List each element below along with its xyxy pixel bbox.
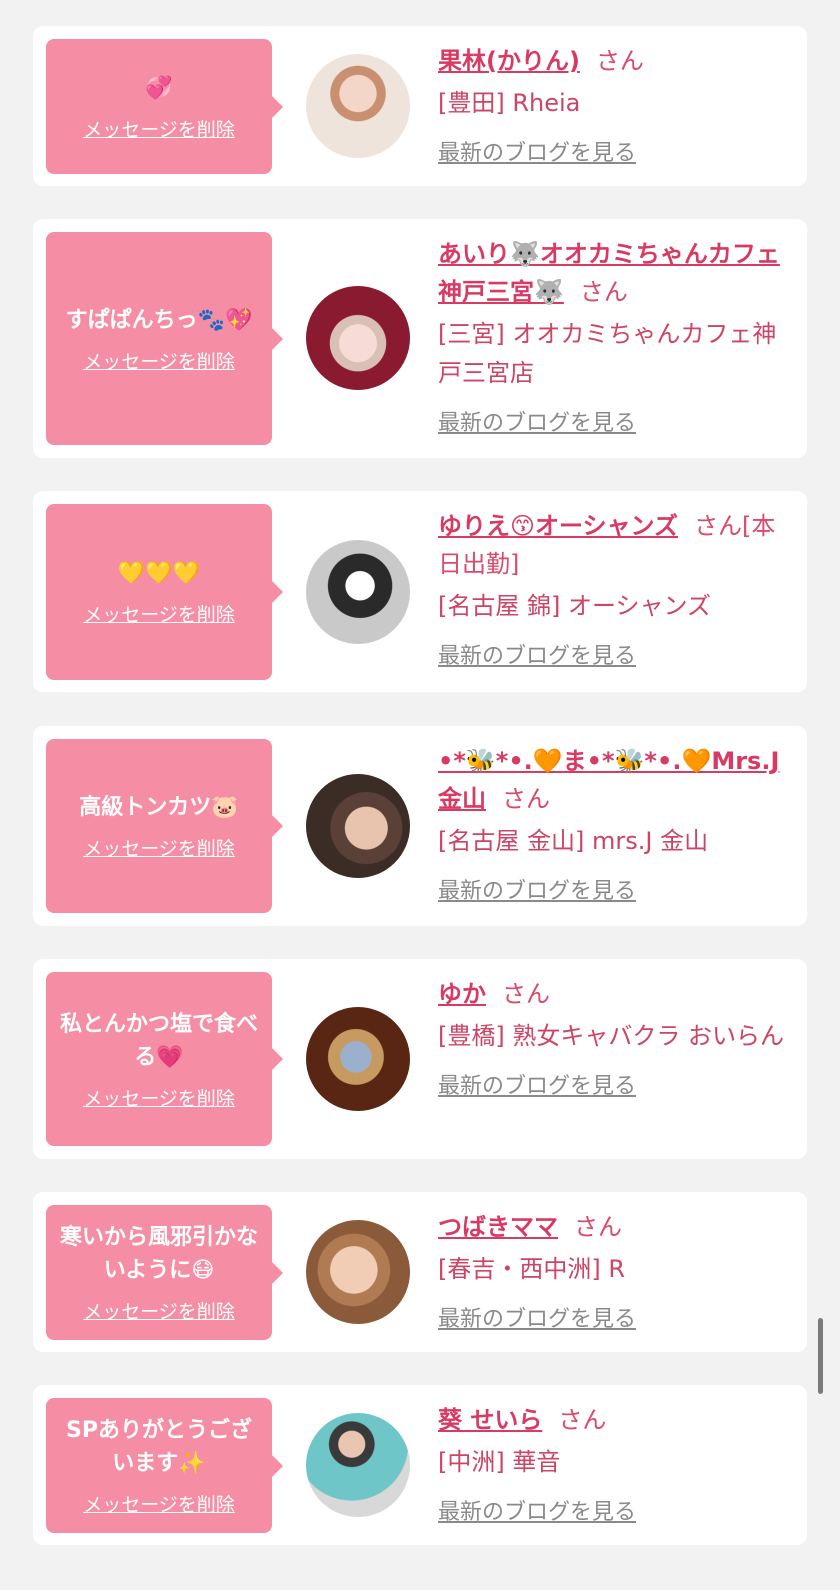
message-text: 寒いから風邪引かないように😷 xyxy=(59,1225,258,1283)
message-bubble: 💞 メッセージを削除 xyxy=(46,39,283,174)
latest-blog-link[interactable]: 最新のブログを見る xyxy=(438,1494,636,1526)
honorific: さん xyxy=(579,278,628,306)
message-text: 💛💛💛 xyxy=(117,561,201,586)
avatar[interactable] xyxy=(306,286,410,390)
message-bubble: すぱぱんちっ🐾💖 メッセージを削除 xyxy=(46,232,283,445)
latest-blog-link[interactable]: 最新のブログを見る xyxy=(438,638,636,670)
shop-info: [名古屋 錦] オーシャンズ xyxy=(438,592,712,620)
profile-name-link[interactable]: •*🐝*•.🧡ま•*🐝*•.🧡Mrs.J金山 xyxy=(438,747,779,813)
shop-info: [春吉・西中洲] R xyxy=(438,1255,626,1283)
message-bubble: 寒いから風邪引かないように😷 メッセージを削除 xyxy=(46,1205,283,1340)
latest-blog-link[interactable]: 最新のブログを見る xyxy=(438,135,636,167)
honorific: さん xyxy=(574,1213,622,1241)
name-line: •*🐝*•.🧡ま•*🐝*•.🧡Mrs.J金山 さん xyxy=(438,742,793,818)
delete-message-link[interactable]: メッセージを削除 xyxy=(83,834,235,861)
shop-info: [豊橋] 熟女キャバクラ おいらん xyxy=(438,1022,784,1050)
name-line: つばきママ さん xyxy=(438,1208,793,1246)
latest-blog-link[interactable]: 最新のブログを見る xyxy=(438,873,636,905)
honorific: さん xyxy=(502,980,550,1008)
profile-info: •*🐝*•.🧡ま•*🐝*•.🧡Mrs.J金山 さん [名古屋 金山] mrs.J … xyxy=(438,742,793,905)
profile-info: 果林(かりん) さん [豊田] Rheia 最新のブログを見る xyxy=(438,42,793,167)
message-text: 💞 xyxy=(145,75,173,101)
avatar[interactable] xyxy=(306,54,410,158)
message-text: 私とんかつ塩で食べる💗 xyxy=(59,1011,258,1070)
delete-message-link[interactable]: メッセージを削除 xyxy=(83,600,235,627)
message-card: 高級トンカツ🐷 メッセージを削除 •*🐝*•.🧡ま•*🐝*•.🧡Mrs.J金山さ… xyxy=(33,726,807,926)
message-bubble: 私とんかつ塩で食べる💗 メッセージを削除 xyxy=(46,972,283,1146)
honorific: さん xyxy=(595,47,644,75)
latest-blog-link[interactable]: 最新のブログを見る xyxy=(438,1068,636,1100)
profile-info: つばきママ さん [春吉・西中洲] R 最新のブログを見る xyxy=(438,1208,793,1333)
avatar[interactable] xyxy=(306,774,410,878)
profile-name-link[interactable]: 果林(かりん) xyxy=(438,47,580,75)
delete-message-link[interactable]: メッセージを削除 xyxy=(83,115,235,142)
delete-message-link[interactable]: メッセージを削除 xyxy=(83,1084,235,1111)
message-text: SPありがとうございます✨ xyxy=(66,1418,252,1476)
shop-info: [中洲] 華音 xyxy=(438,1448,561,1476)
message-card: 寒いから風邪引かないように😷 メッセージを削除 つばきママ さん [春吉・西中洲]… xyxy=(33,1192,807,1352)
delete-message-link[interactable]: メッセージを削除 xyxy=(83,1490,235,1517)
profile-name-link[interactable]: ゆか xyxy=(438,980,486,1008)
avatar[interactable] xyxy=(306,1413,410,1517)
avatar[interactable] xyxy=(306,1007,410,1111)
profile-name-link[interactable]: ゆりえ😙オーシャンズ xyxy=(438,512,678,540)
message-bubble: 💛💛💛 メッセージを削除 xyxy=(46,504,283,680)
latest-blog-link[interactable]: 最新のブログを見る xyxy=(438,405,636,437)
message-card: 💞 メッセージを削除 果林(かりん) さん [豊田] Rheia 最新のブログを見… xyxy=(33,26,807,186)
avatar[interactable] xyxy=(306,540,410,644)
delete-message-link[interactable]: メッセージを削除 xyxy=(83,1297,235,1324)
profile-info: 葵 せいら さん [中洲] 華音 最新のブログを見る xyxy=(438,1401,793,1526)
message-bubble: SPありがとうございます✨ メッセージを削除 xyxy=(46,1398,283,1533)
name-line: 葵 せいら さん xyxy=(438,1401,793,1439)
shop-info: [三宮] オオカミちゃんカフェ神戸三宮店 xyxy=(438,320,777,387)
profile-info: ゆりえ😙オーシャンズ さん[本日出勤] [名古屋 錦] オーシャンズ 最新のブログ… xyxy=(438,507,793,670)
name-line: あいり🐺オオカミちゃんカフェ神戸三宮🐺 さん xyxy=(438,235,793,311)
scrollbar[interactable] xyxy=(818,1318,823,1394)
name-line: ゆりえ😙オーシャンズ さん[本日出勤] xyxy=(438,507,793,583)
shop-info: [名古屋 金山] mrs.J 金山 xyxy=(438,827,709,855)
message-card: 私とんかつ塩で食べる💗 メッセージを削除 ゆか さん [豊橋] 熟女キャバクラ お… xyxy=(33,959,807,1159)
profile-info: あいり🐺オオカミちゃんカフェ神戸三宮🐺 さん [三宮] オオカミちゃんカフェ神戸三… xyxy=(438,235,793,437)
message-card: すぱぱんちっ🐾💖 メッセージを削除 あいり🐺オオカミちゃんカフェ神戸三宮🐺 さん … xyxy=(33,219,807,458)
message-text: すぱぱんちっ🐾💖 xyxy=(65,307,253,333)
name-line: ゆか さん xyxy=(438,975,793,1013)
message-bubble: 高級トンカツ🐷 メッセージを削除 xyxy=(46,739,283,913)
message-card: 💛💛💛 メッセージを削除 ゆりえ😙オーシャンズ さん[本日出勤] [名古屋 錦] … xyxy=(33,491,807,692)
avatar[interactable] xyxy=(306,1220,410,1324)
message-text: 高級トンカツ🐷 xyxy=(79,795,239,820)
message-card: SPありがとうございます✨ メッセージを削除 葵 せいら さん [中洲] 華音 最… xyxy=(33,1385,807,1545)
honorific: さん xyxy=(502,785,550,813)
honorific: さん xyxy=(558,1406,607,1434)
shop-info: [豊田] Rheia xyxy=(438,89,581,117)
name-line: 果林(かりん) さん xyxy=(438,42,793,80)
delete-message-link[interactable]: メッセージを削除 xyxy=(83,347,235,374)
profile-name-link[interactable]: 葵 せいら xyxy=(438,1406,542,1434)
latest-blog-link[interactable]: 最新のブログを見る xyxy=(438,1301,636,1333)
profile-name-link[interactable]: つばきママ xyxy=(438,1213,558,1241)
profile-info: ゆか さん [豊橋] 熟女キャバクラ おいらん 最新のブログを見る xyxy=(438,975,793,1100)
